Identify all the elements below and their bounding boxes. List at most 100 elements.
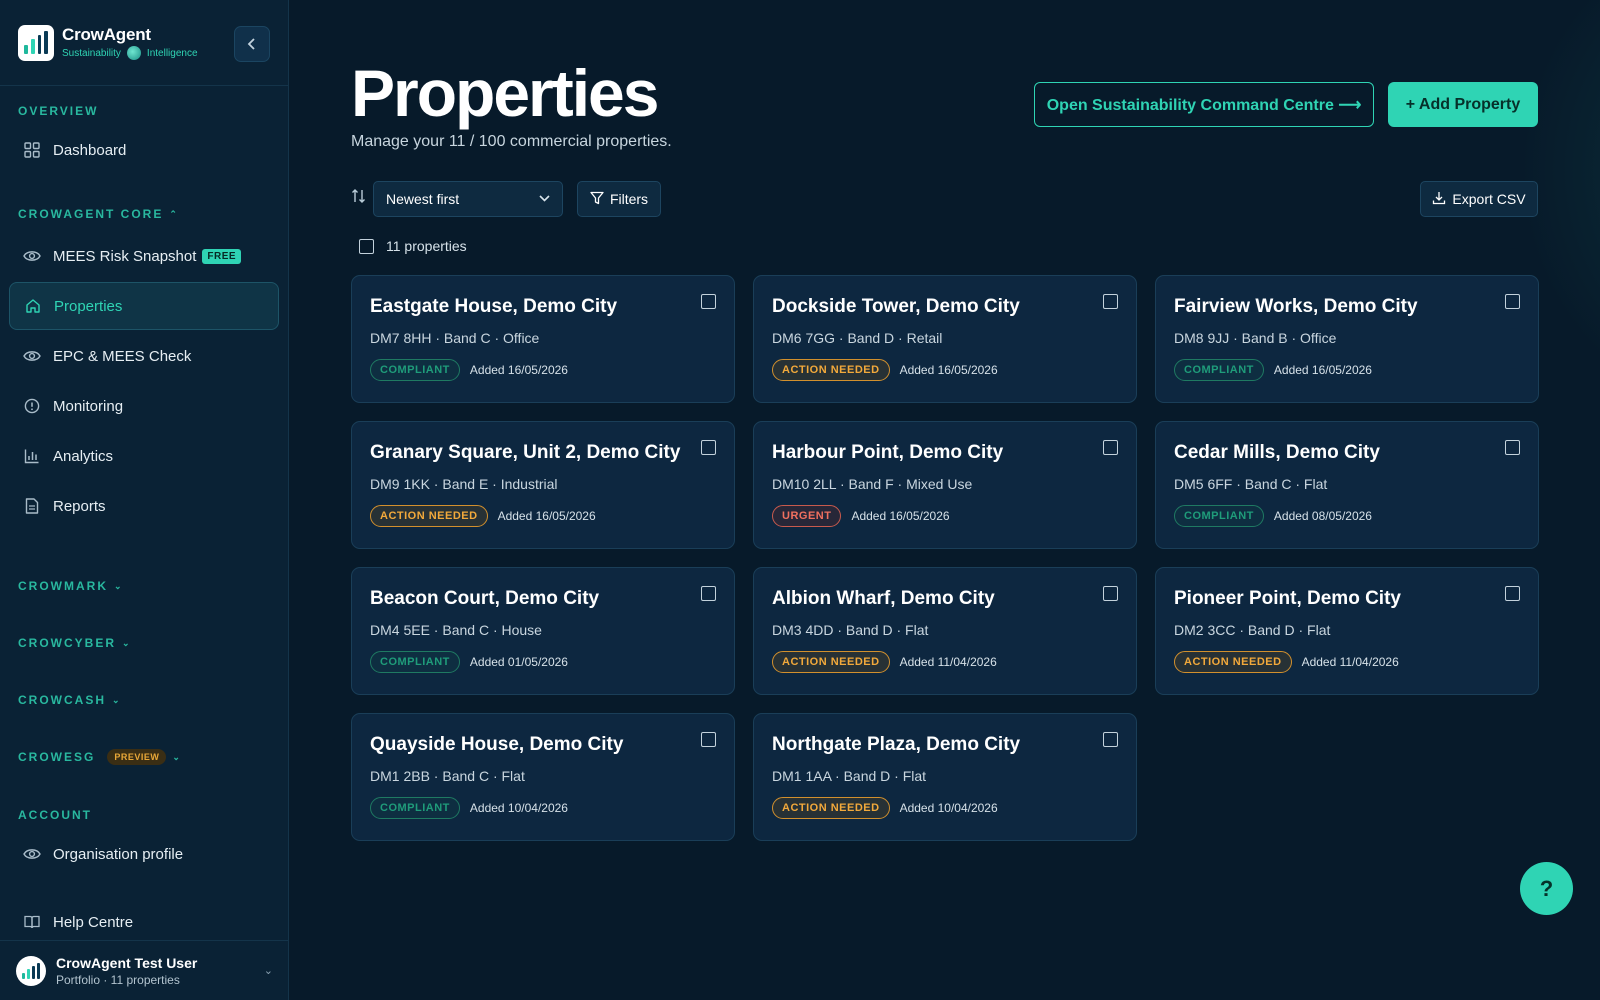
property-footer: URGENT Added 16/05/2026 bbox=[772, 505, 1118, 527]
property-checkbox[interactable] bbox=[1505, 294, 1520, 309]
section-crowesg[interactable]: CROWESG PREVIEW ⌄ bbox=[0, 747, 288, 767]
property-title[interactable]: Granary Square, Unit 2, Demo City bbox=[370, 442, 716, 464]
logo-icon bbox=[18, 24, 54, 61]
status-badge: COMPLIANT bbox=[1174, 359, 1264, 381]
filters-button[interactable]: Filters bbox=[577, 181, 661, 217]
section-crowmark[interactable]: CROWMARK ⌄ bbox=[0, 576, 288, 596]
open-command-centre-button[interactable]: Open Sustainability Command Centre ⟶ bbox=[1034, 82, 1374, 127]
sidebar-item-properties[interactable]: Properties bbox=[9, 282, 279, 330]
property-title[interactable]: Eastgate House, Demo City bbox=[370, 296, 716, 318]
home-icon bbox=[24, 297, 42, 315]
added-date: Added 08/05/2026 bbox=[1273, 509, 1372, 523]
avatar bbox=[16, 955, 46, 986]
globe-icon bbox=[126, 46, 141, 60]
property-footer: ACTION NEEDED Added 16/05/2026 bbox=[772, 359, 1118, 381]
property-card[interactable]: Cedar Mills, Demo City DM5 6FF · Band C ·… bbox=[1155, 421, 1539, 549]
user-menu[interactable]: CrowAgent Test User Portfolio · 11 prope… bbox=[0, 940, 289, 1000]
main-content: Properties Manage your 11 / 100 commerci… bbox=[289, 0, 1600, 1000]
add-property-button[interactable]: + Add Property bbox=[1388, 82, 1538, 127]
status-badge: COMPLIANT bbox=[1174, 505, 1264, 527]
property-meta: DM7 8HH · Band C · Office bbox=[370, 330, 540, 346]
added-date: Added 16/05/2026 bbox=[899, 363, 998, 377]
property-checkbox[interactable] bbox=[701, 732, 716, 747]
download-icon bbox=[1432, 191, 1446, 208]
property-checkbox[interactable] bbox=[1505, 440, 1520, 455]
sidebar-item-mees-snapshot[interactable]: MEES Risk Snapshot FREE bbox=[9, 232, 279, 280]
chevron-up-icon: ⌃ bbox=[169, 208, 177, 219]
property-meta: DM3 4DD · Band D · Flat bbox=[772, 622, 929, 638]
sidebar-item-label: Organisation profile bbox=[53, 845, 184, 863]
property-checkbox[interactable] bbox=[1103, 586, 1118, 601]
status-badge: ACTION NEEDED bbox=[370, 505, 488, 527]
bar-chart-icon bbox=[23, 447, 41, 465]
property-checkbox[interactable] bbox=[1103, 732, 1118, 747]
sidebar-item-label: Reports bbox=[53, 497, 106, 515]
property-title[interactable]: Northgate Plaza, Demo City bbox=[772, 734, 1118, 756]
chevron-down-icon: ⌄ bbox=[172, 751, 180, 762]
property-card[interactable]: Granary Square, Unit 2, Demo City DM9 1KK… bbox=[351, 421, 735, 549]
preview-badge: PREVIEW bbox=[107, 749, 167, 765]
help-button[interactable]: ? bbox=[1520, 862, 1573, 915]
property-footer: ACTION NEEDED Added 11/04/2026 bbox=[1174, 651, 1520, 673]
sidebar-item-organisation-profile[interactable]: Organisation profile bbox=[9, 830, 279, 878]
sidebar-item-reports[interactable]: Reports bbox=[9, 482, 279, 530]
added-date: Added 10/04/2026 bbox=[469, 801, 568, 815]
property-checkbox[interactable] bbox=[701, 586, 716, 601]
sidebar-item-monitoring[interactable]: Monitoring bbox=[9, 382, 279, 430]
property-card[interactable]: Fairview Works, Demo City DM8 9JJ · Band … bbox=[1155, 275, 1539, 403]
property-title[interactable]: Cedar Mills, Demo City bbox=[1174, 442, 1520, 464]
section-crowcyber[interactable]: CROWCYBER ⌄ bbox=[0, 633, 288, 653]
property-title[interactable]: Quayside House, Demo City bbox=[370, 734, 716, 756]
property-footer: COMPLIANT Added 16/05/2026 bbox=[370, 359, 716, 381]
sidebar-item-dashboard[interactable]: Dashboard bbox=[9, 126, 279, 174]
export-csv-button[interactable]: Export CSV bbox=[1420, 181, 1538, 217]
property-checkbox[interactable] bbox=[1103, 294, 1118, 309]
added-date: Added 16/05/2026 bbox=[469, 363, 568, 377]
property-card[interactable]: Albion Wharf, Demo City DM3 4DD · Band D … bbox=[753, 567, 1137, 695]
property-meta: DM6 7GG · Band D · Retail bbox=[772, 330, 943, 346]
property-meta: DM8 9JJ · Band B · Office bbox=[1174, 330, 1337, 346]
property-title[interactable]: Fairview Works, Demo City bbox=[1174, 296, 1520, 318]
user-name: CrowAgent Test User bbox=[56, 954, 198, 971]
property-card[interactable]: Dockside Tower, Demo City DM6 7GG · Band … bbox=[753, 275, 1137, 403]
book-icon bbox=[23, 913, 41, 931]
collapse-sidebar-button[interactable] bbox=[234, 26, 270, 62]
chevron-left-icon bbox=[247, 38, 255, 50]
sidebar-item-label: Monitoring bbox=[53, 397, 124, 415]
property-checkbox[interactable] bbox=[1505, 586, 1520, 601]
sidebar-item-help-centre[interactable]: Help Centre bbox=[9, 898, 279, 946]
select-all-checkbox[interactable] bbox=[359, 238, 374, 254]
property-card[interactable]: Quayside House, Demo City DM1 2BB · Band … bbox=[351, 713, 735, 841]
property-card[interactable]: Eastgate House, Demo City DM7 8HH · Band … bbox=[351, 275, 735, 403]
property-card[interactable]: Northgate Plaza, Demo City DM1 1AA · Band… bbox=[753, 713, 1137, 841]
sort-icon bbox=[351, 188, 367, 209]
section-account-label: ACCOUNT bbox=[18, 808, 92, 822]
property-card[interactable]: Beacon Court, Demo City DM4 5EE · Band C … bbox=[351, 567, 735, 695]
section-crowagent-core[interactable]: CROWAGENT CORE ⌃ bbox=[0, 204, 288, 224]
filter-icon bbox=[590, 191, 604, 208]
property-title[interactable]: Pioneer Point, Demo City bbox=[1174, 588, 1520, 610]
property-title[interactable]: Harbour Point, Demo City bbox=[772, 442, 1118, 464]
free-badge: FREE bbox=[202, 248, 242, 264]
property-meta: DM4 5EE · Band C · House bbox=[370, 622, 542, 638]
sidebar-item-analytics[interactable]: Analytics bbox=[9, 432, 279, 480]
sidebar: CrowAgent Sustainability Intelligence OV… bbox=[0, 0, 289, 1000]
sidebar-item-epc-mees-check[interactable]: EPC & MEES Check bbox=[9, 332, 279, 380]
property-footer: ACTION NEEDED Added 11/04/2026 bbox=[772, 651, 1118, 673]
property-meta: DM1 1AA · Band D · Flat bbox=[772, 768, 927, 784]
sort-select-value: Newest first bbox=[386, 191, 460, 207]
sidebar-item-label: Properties bbox=[54, 297, 123, 315]
section-crowcash[interactable]: CROWCASH ⌄ bbox=[0, 690, 288, 710]
property-checkbox[interactable] bbox=[1103, 440, 1118, 455]
property-checkbox[interactable] bbox=[701, 294, 716, 309]
property-card[interactable]: Pioneer Point, Demo City DM2 3CC · Band D… bbox=[1155, 567, 1539, 695]
status-badge: ACTION NEEDED bbox=[772, 359, 890, 381]
sidebar-item-label: Help Centre bbox=[53, 913, 134, 931]
sort-select[interactable]: Newest first bbox=[373, 181, 563, 217]
property-card[interactable]: Harbour Point, Demo City DM10 2LL · Band … bbox=[753, 421, 1137, 549]
eye-icon bbox=[23, 845, 41, 863]
property-title[interactable]: Dockside Tower, Demo City bbox=[772, 296, 1118, 318]
property-title[interactable]: Albion Wharf, Demo City bbox=[772, 588, 1118, 610]
property-checkbox[interactable] bbox=[701, 440, 716, 455]
property-title[interactable]: Beacon Court, Demo City bbox=[370, 588, 716, 610]
